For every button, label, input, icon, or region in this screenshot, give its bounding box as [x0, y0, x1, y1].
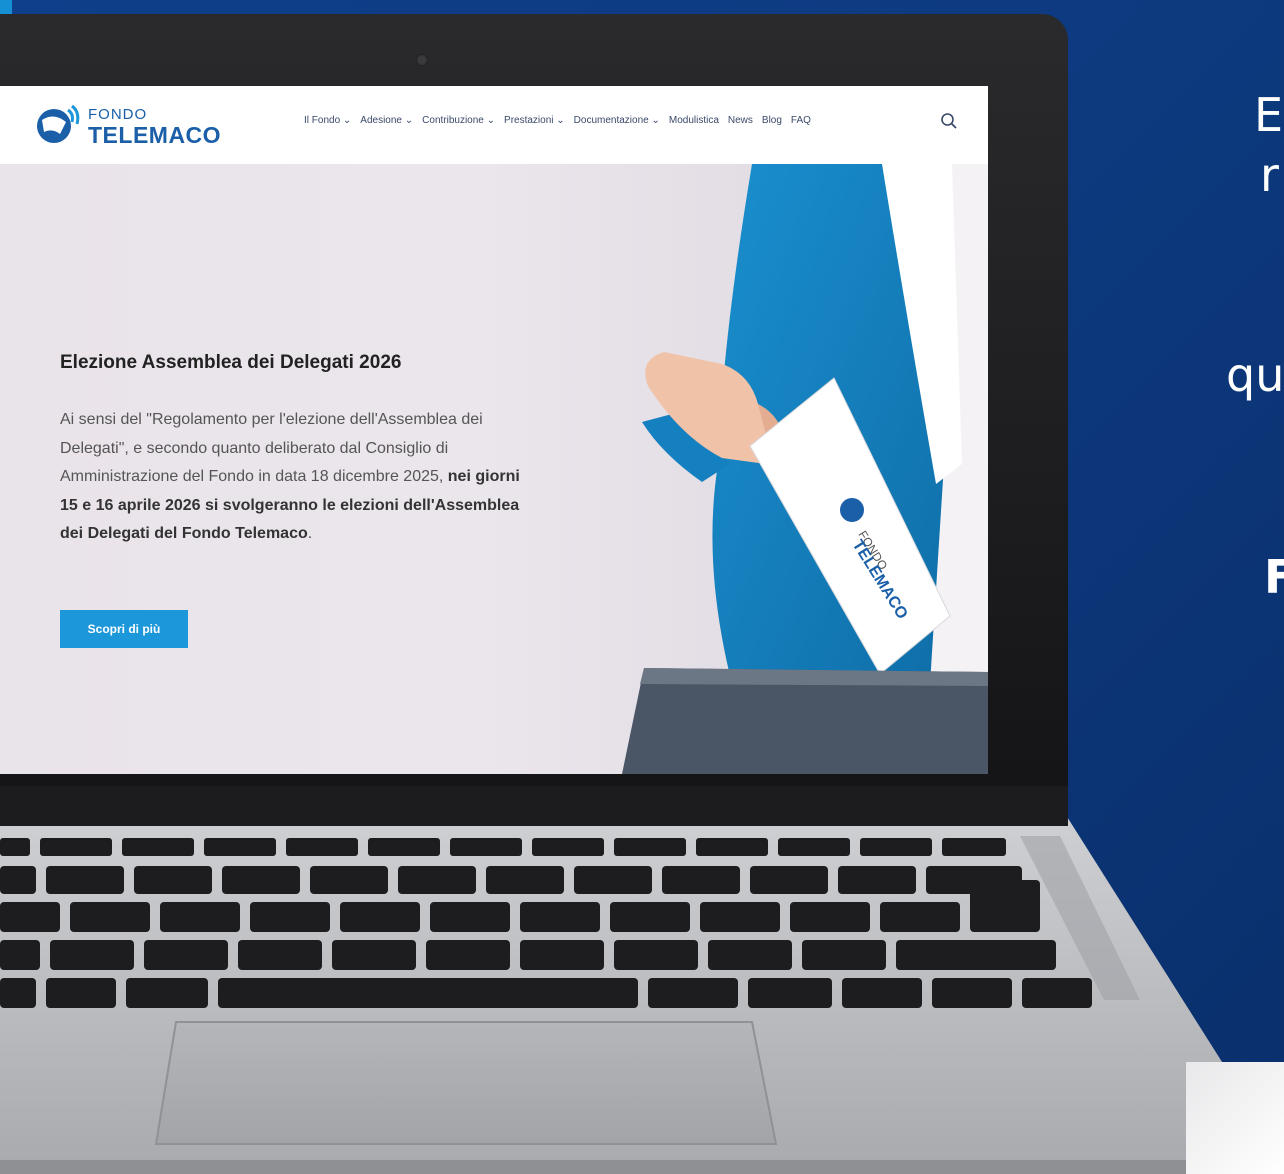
- logo-icon: [37, 104, 80, 143]
- search-icon[interactable]: [940, 112, 958, 130]
- nav-item-adesione[interactable]: Adesione ⌄: [360, 115, 413, 126]
- nav-item-news[interactable]: News: [728, 115, 753, 126]
- logo-fondo-text: FONDO: [88, 106, 148, 123]
- hero-para-text-1: Ai sensi del "Regolamento per l'elezione…: [60, 411, 483, 485]
- camera-icon: [416, 54, 428, 66]
- keyboard: [0, 838, 1092, 1008]
- nav-item-contribuzione[interactable]: Contribuzione ⌄: [422, 115, 495, 126]
- laptop-lid: FONDO TELEMACO Il Fondo ⌄ Adesione ⌄ Con…: [0, 14, 1068, 826]
- laptop-chin: [0, 786, 1068, 826]
- white-corner-shape: [1186, 1062, 1284, 1174]
- laptop-screen: FONDO TELEMACO Il Fondo ⌄ Adesione ⌄ Con…: [0, 86, 988, 774]
- hero-title: Elezione Assemblea dei Delegati 2026: [60, 352, 402, 373]
- side-text-line-4: F: [1264, 550, 1284, 604]
- nav-item-il-fondo[interactable]: Il Fondo ⌄: [304, 115, 351, 126]
- hero-paragraph: Ai sensi del "Regolamento per l'elezione…: [60, 406, 540, 549]
- voting-illustration: FONDO TELEMACO: [622, 164, 988, 774]
- site-header: FONDO TELEMACO Il Fondo ⌄ Adesione ⌄ Con…: [0, 86, 988, 165]
- logo-telemaco-text: TELEMACO: [88, 122, 222, 148]
- main-nav: Il Fondo ⌄ Adesione ⌄ Contribuzione ⌄ Pr…: [304, 115, 811, 126]
- hero-section: FONDO TELEMACO Elezione Assemblea dei De…: [0, 164, 988, 774]
- nav-item-faq[interactable]: FAQ: [791, 115, 811, 126]
- trackpad: [154, 1021, 778, 1145]
- nav-item-blog[interactable]: Blog: [762, 115, 782, 126]
- nav-item-modulistica[interactable]: Modulistica: [669, 115, 719, 126]
- side-text-line-1: E: [1254, 88, 1284, 142]
- side-text-line-2: r: [1260, 148, 1279, 202]
- hero-para-text-2: .: [307, 525, 313, 542]
- scopri-di-piu-button[interactable]: Scopri di più: [60, 610, 188, 648]
- nav-item-prestazioni[interactable]: Prestazioni ⌄: [504, 115, 565, 126]
- nav-item-documentazione[interactable]: Documentazione ⌄: [574, 115, 660, 126]
- side-text-line-3: qu: [1226, 348, 1284, 402]
